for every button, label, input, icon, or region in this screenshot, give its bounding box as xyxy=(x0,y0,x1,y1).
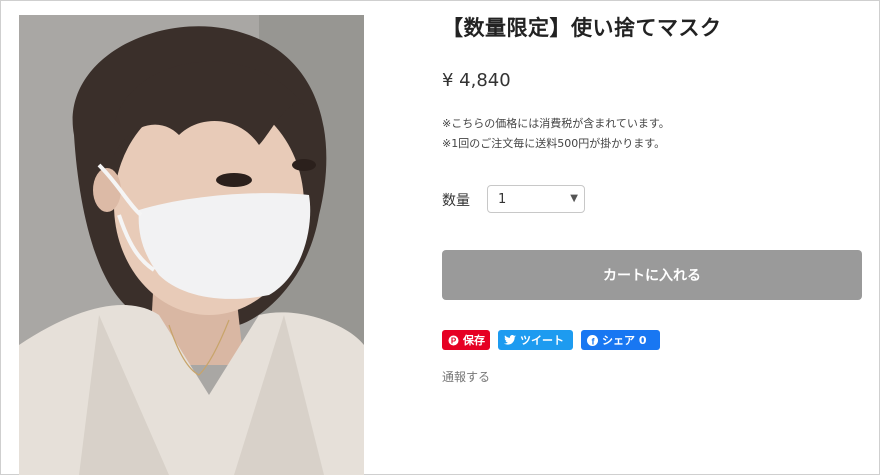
tweet-label: ツイート xyxy=(520,334,564,347)
facebook-icon: f xyxy=(587,334,598,346)
shipping-note: ※1回のご注文毎に送料500円が掛かります。 xyxy=(442,137,666,150)
product-image[interactable] xyxy=(19,15,364,475)
pinterest-icon: P xyxy=(448,335,459,346)
tweet-button[interactable]: ツイート xyxy=(498,330,573,350)
twitter-bird-icon xyxy=(504,335,516,345)
quantity-value: 1 xyxy=(498,192,507,207)
pinterest-save-label: 保存 xyxy=(463,334,485,347)
add-to-cart-button[interactable]: カートに入れる xyxy=(442,250,862,300)
quantity-label: 数量 xyxy=(442,193,470,209)
product-photo-illustration xyxy=(19,15,364,475)
facebook-share-button[interactable]: f シェア 0 xyxy=(581,330,660,350)
facebook-share-label: シェア 0 xyxy=(602,334,647,347)
report-link[interactable]: 通報する xyxy=(442,368,490,385)
svg-text:P: P xyxy=(451,336,457,345)
product-title: 【数量限定】使い捨てマスク xyxy=(442,16,722,40)
quantity-select[interactable]: 1 ▼ xyxy=(487,185,585,213)
product-price: ¥ 4,840 xyxy=(442,70,511,91)
tax-note: ※こちらの価格には消費税が含まれています。 xyxy=(442,117,670,130)
chevron-down-icon: ▼ xyxy=(570,193,578,204)
pinterest-save-button[interactable]: P 保存 xyxy=(442,330,490,350)
